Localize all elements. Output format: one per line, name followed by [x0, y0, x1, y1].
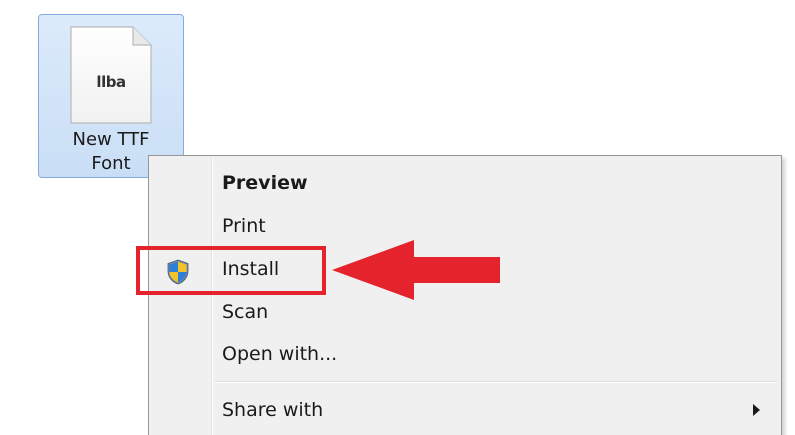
font-file-icon: llba: [65, 23, 157, 127]
menu-item-label: Share with: [222, 399, 324, 421]
file-name-line1: New TTF: [72, 129, 150, 150]
menu-item-open-with[interactable]: Open with...: [152, 336, 778, 376]
menu-item-preview[interactable]: Preview: [152, 165, 778, 205]
desktop-file-new-ttf-font[interactable]: llba New TTF Font: [38, 14, 184, 178]
menu-item-label: Open with...: [222, 343, 338, 365]
submenu-arrow-icon: [753, 404, 760, 416]
menu-item-label: Preview: [222, 172, 308, 194]
arrow-graphic: [332, 240, 500, 300]
menu-item-label: Scan: [222, 301, 269, 323]
menu-item-label: Print: [222, 215, 266, 237]
menu-item-share-with[interactable]: Share with: [152, 392, 778, 432]
menu-separator: [214, 381, 778, 383]
red-arrow-icon: [330, 238, 502, 302]
font-glyph-preview: llba: [96, 73, 126, 91]
install-highlight-box: [136, 246, 326, 295]
desktop-background: llba New TTF Font Preview Print Install: [0, 0, 795, 435]
